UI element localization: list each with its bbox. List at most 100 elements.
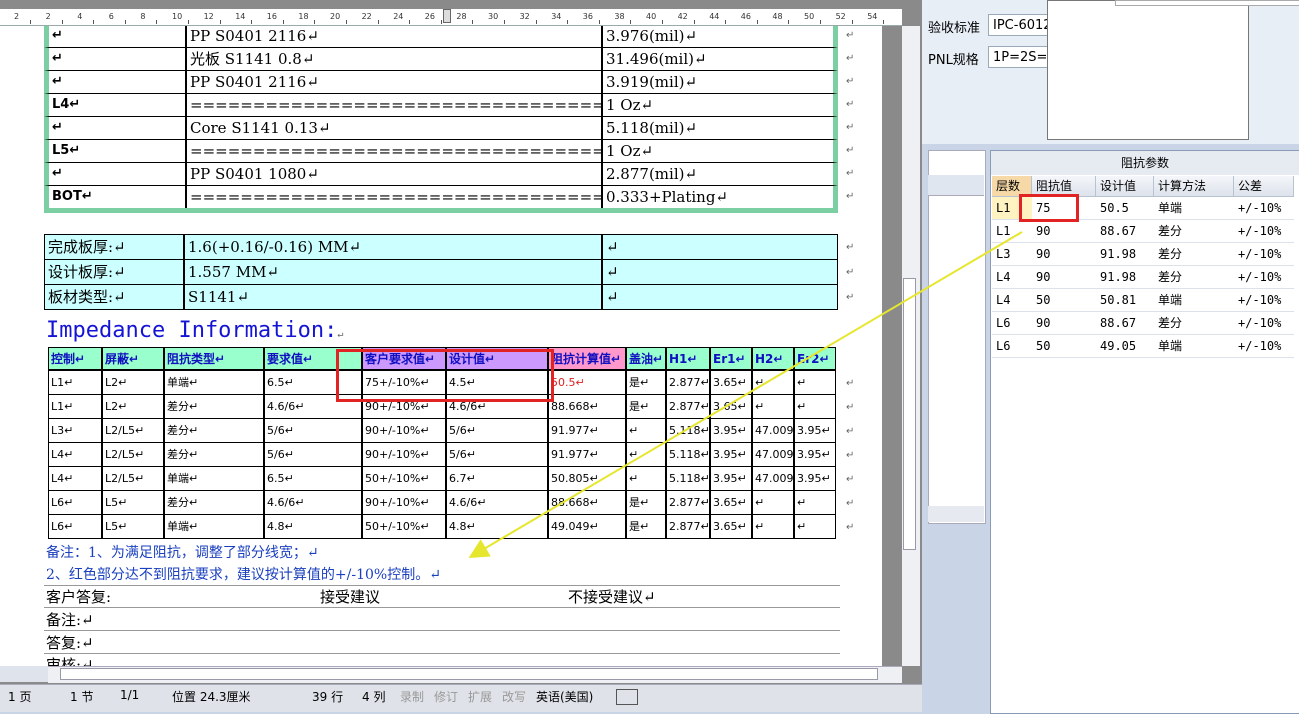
grid-cell[interactable]: 90 [1032,243,1096,266]
impedance-cell: 91.977↵ [548,442,626,467]
impedance-header: 阻抗类型↵ [164,347,264,370]
paragraph-mark: ↵ [846,145,855,156]
grid-cell[interactable]: +/-10% [1234,220,1294,243]
grid-cell[interactable]: +/-10% [1234,335,1294,358]
grid-cell[interactable]: 91.98 [1096,243,1154,266]
impedance-cell: L4↵ [48,466,102,491]
ruler-number: 40 [646,12,657,21]
grid-cell[interactable]: 49.05 [1096,335,1154,358]
status-ovr[interactable]: 改写 [502,688,526,705]
ruler-tick [30,20,31,24]
impedance-cell: 2.877↵ [666,490,710,515]
grid-cell[interactable]: +/-10% [1234,197,1294,220]
stackup-cell: ↵ [44,162,186,186]
impedance-cell: ↵ [794,490,836,515]
grid-cell[interactable]: 88.67 [1096,312,1154,335]
ruler-number: 2 [14,12,20,21]
grid-cell[interactable]: L3 [992,243,1032,266]
grid-cell[interactable]: 单端 [1154,197,1234,220]
grid-cell[interactable]: 91.98 [1096,266,1154,289]
side-grid-scrollbar[interactable] [928,506,984,522]
note-line-2: 2、红色部分达不到阻抗要求，建议按计算值的+/-10%控制。↵ [46,567,441,583]
accept-std-field[interactable]: IPC-6012 [988,14,1048,36]
horizontal-ruler[interactable]: 2 2 4 6 8 10 12 14 16 18 20 22 24 26 28 30 32 34 36 38 40 42 4… [0,9,902,26]
grid-cell[interactable]: +/-10% [1234,289,1294,312]
impedance-cell: 2.877↵ [666,514,710,539]
ruler-tick [346,20,347,24]
ruler-tick [472,20,474,24]
stackup-cell: 1 Oz↵ [602,139,838,163]
impedance-header: 盖油↵ [626,347,666,370]
paragraph-mark: ↵ [846,292,855,303]
grid-cell[interactable]: 差分 [1154,220,1234,243]
impedance-cell: ↵ [752,394,794,419]
board-cell: ↵ [602,259,838,285]
status-rec[interactable]: 录制 [400,688,424,705]
spellcheck-icon[interactable] [616,689,638,705]
grid-cell[interactable]: 差分 [1154,243,1234,266]
grid-cell[interactable]: +/-10% [1234,243,1294,266]
grid-cell[interactable]: 88.67 [1096,220,1154,243]
grid-cell[interactable]: L6 [992,312,1032,335]
grid-header[interactable]: 设计值 [1096,176,1154,197]
grid-cell[interactable]: L4 [992,289,1032,312]
view-buttons[interactable] [0,666,48,682]
grid-cell[interactable]: 90 [1032,266,1096,289]
ruler-number: 42 [677,12,688,21]
impedance-cell: 差分↵ [164,442,264,467]
document-page[interactable]: ↵ PP S0401 2116↵ 3.976(mil)↵ ↵ ↵ 光板 S1141 0.8… [0,26,882,666]
impedance-cell: ↵ [752,370,794,395]
grid-header[interactable]: 公差 [1234,176,1294,197]
paragraph-mark: ↵ [846,30,855,41]
status-ext[interactable]: 扩展 [468,688,492,705]
ruler-tick [282,20,284,24]
grid-cell[interactable]: 50 [1032,289,1096,312]
grid-cell[interactable]: 50.81 [1096,289,1154,312]
status-position: 位置 24.3厘米 [172,690,251,704]
grid-cell[interactable]: 90 [1032,220,1096,243]
impedance-cell: 5/6↵ [446,442,548,467]
impedance-cell: 3.95↵ [794,466,836,491]
grid-cell[interactable]: 50.5 [1096,197,1154,220]
grid-cell[interactable]: L4 [992,266,1032,289]
impedance-cell: 3.95↵ [710,442,752,467]
status-line: 39 行 [312,690,344,704]
grid-cell[interactable]: 单端 [1154,335,1234,358]
grid-cell[interactable]: +/-10% [1234,312,1294,335]
ruler-number: 10 [172,12,183,21]
grid-cell[interactable]: L6 [992,335,1032,358]
board-cell: S1141↵ [184,284,602,310]
paragraph-mark: ↵ [846,522,855,533]
grid-cell[interactable]: 90 [1032,312,1096,335]
impedance-cell: 6.7↵ [446,466,548,491]
impedance-cell: 差分↵ [164,490,264,515]
pnl-field[interactable]: 1P=2S=2 [988,46,1048,68]
grid-cell[interactable]: 50 [1032,335,1096,358]
vertical-scroll-thumb[interactable] [903,278,916,550]
side-grid[interactable] [928,150,986,524]
ruler-tick [219,20,221,24]
horizontal-scroll-thumb[interactable] [60,668,878,680]
accept-std-label: 验收标准 [928,21,981,36]
status-language[interactable]: 英语(美国) [536,688,593,705]
grid-header[interactable]: 计算方法 [1154,176,1234,197]
impedance-cell: 4.8↵ [264,514,362,539]
grid-cell[interactable]: +/-10% [1234,266,1294,289]
grid-cell[interactable]: L1 [992,220,1032,243]
impedance-cell: 3.65↵ [710,394,752,419]
impedance-cell: ↵ [794,514,836,539]
paragraph-mark: ↵ [846,267,855,278]
top-field [1115,0,1299,6]
status-trk[interactable]: 修订 [434,688,458,705]
grid-cell[interactable]: 单端 [1154,289,1234,312]
stackup-cell: Core S1141 0.13↵ [186,116,602,140]
stackup-cell: PP S0401 2116↵ [186,70,602,94]
impedance-header: H2↵ [752,347,794,370]
grid-cell[interactable]: 差分 [1154,312,1234,335]
ruler-number: 36 [582,12,593,21]
ruler-indent-marker[interactable] [443,9,451,23]
ruler-tick [409,20,411,24]
ruler-tick [188,20,189,24]
ruler-number: 22 [361,12,372,21]
grid-cell[interactable]: 差分 [1154,266,1234,289]
